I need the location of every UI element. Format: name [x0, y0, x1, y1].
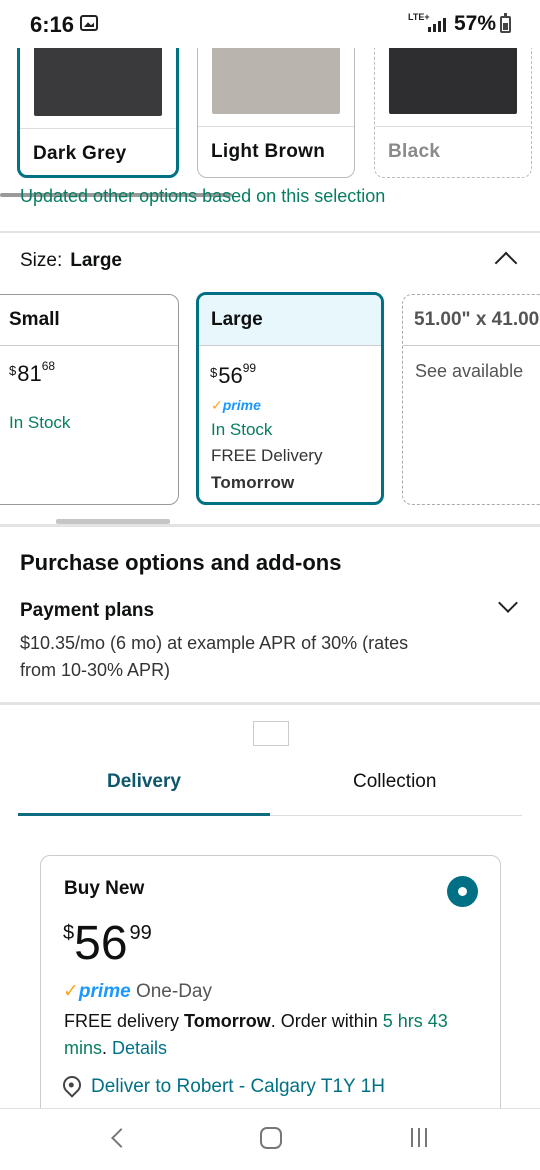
- size-option-name: Large: [199, 295, 381, 346]
- divider: [0, 702, 540, 705]
- divider: [0, 524, 540, 527]
- payment-plans-text: $10.35/mo (6 mo) at example APR of 30% (…: [20, 633, 409, 680]
- product-image: [212, 39, 340, 114]
- size-option-price: $8168: [9, 359, 56, 386]
- product-image: [389, 39, 517, 114]
- delivery-info: FREE delivery Tomorrow. Order within 5 h…: [64, 1011, 448, 1058]
- tab-collection[interactable]: Collection: [353, 771, 436, 793]
- location-pin-icon: [59, 1072, 85, 1098]
- battery-percent: 57%: [454, 12, 497, 35]
- swatch-label: Dark Grey: [33, 143, 127, 164]
- product-image: [34, 41, 162, 116]
- buy-new-title: Buy New: [64, 878, 145, 899]
- size-label: Size:: [20, 250, 63, 271]
- delivery-line: FREE Delivery: [211, 446, 323, 465]
- placeholder-box: [253, 721, 289, 746]
- network-type: LTE+: [408, 12, 430, 22]
- updated-message: Updated other options based on this sele…: [20, 186, 386, 206]
- system-nav-bar: [0, 1108, 540, 1170]
- prime-badge: ✓prime: [211, 397, 261, 413]
- purchase-options-title: Purchase options and add-ons: [20, 550, 342, 575]
- gallery-notification-icon: [80, 15, 98, 31]
- tab-delivery[interactable]: Delivery: [107, 771, 181, 793]
- active-tab-indicator: [18, 813, 270, 816]
- back-icon[interactable]: [111, 1128, 131, 1148]
- size-option-price: $5699: [210, 361, 257, 388]
- divider: [0, 231, 540, 233]
- see-available: See available: [415, 361, 524, 381]
- size-option-name: Small: [0, 295, 178, 346]
- prime-one-day-badge: ✓prime One-Day: [63, 981, 212, 1002]
- status-bar: 6:16 LTE+ 57%: [0, 0, 540, 48]
- delivery-day: Tomorrow: [211, 473, 295, 492]
- radio-selected-icon[interactable]: [447, 876, 478, 907]
- details-link[interactable]: Details: [112, 1038, 167, 1058]
- home-icon[interactable]: [260, 1127, 282, 1149]
- deliver-to-link[interactable]: Deliver to Robert - Calgary T1Y 1H: [59, 1072, 385, 1098]
- size-header[interactable]: Size: Large: [20, 250, 122, 272]
- battery-icon: [500, 13, 511, 33]
- stock-status: In Stock: [9, 413, 71, 432]
- buy-new-price: $56 99: [63, 917, 152, 970]
- swatch-label: Black: [388, 141, 441, 162]
- size-option-small[interactable]: Small $8168 In Stock: [0, 294, 179, 505]
- size-selected: Large: [70, 250, 122, 271]
- signal-icon: [428, 16, 446, 32]
- buy-new-card[interactable]: Buy New $56 99 ✓prime One-Day FREE delive…: [40, 855, 501, 1125]
- swatch-label: Light Brown: [211, 141, 326, 162]
- clock: 6:16: [30, 12, 75, 37]
- chevron-up-icon[interactable]: [494, 251, 518, 275]
- delivery-tabs: Delivery Collection: [18, 758, 522, 816]
- chevron-down-icon[interactable]: [498, 593, 518, 613]
- recent-apps-icon[interactable]: [411, 1128, 427, 1147]
- size-option-custom[interactable]: 51.00" x 41.00 See available: [402, 294, 540, 505]
- prime-check-icon: ✓: [211, 397, 223, 413]
- payment-plans-title[interactable]: Payment plans: [20, 600, 154, 622]
- size-option-name: 51.00" x 41.00: [403, 295, 540, 346]
- prime-check-icon: ✓: [63, 981, 79, 1002]
- stock-status: In Stock: [211, 420, 273, 439]
